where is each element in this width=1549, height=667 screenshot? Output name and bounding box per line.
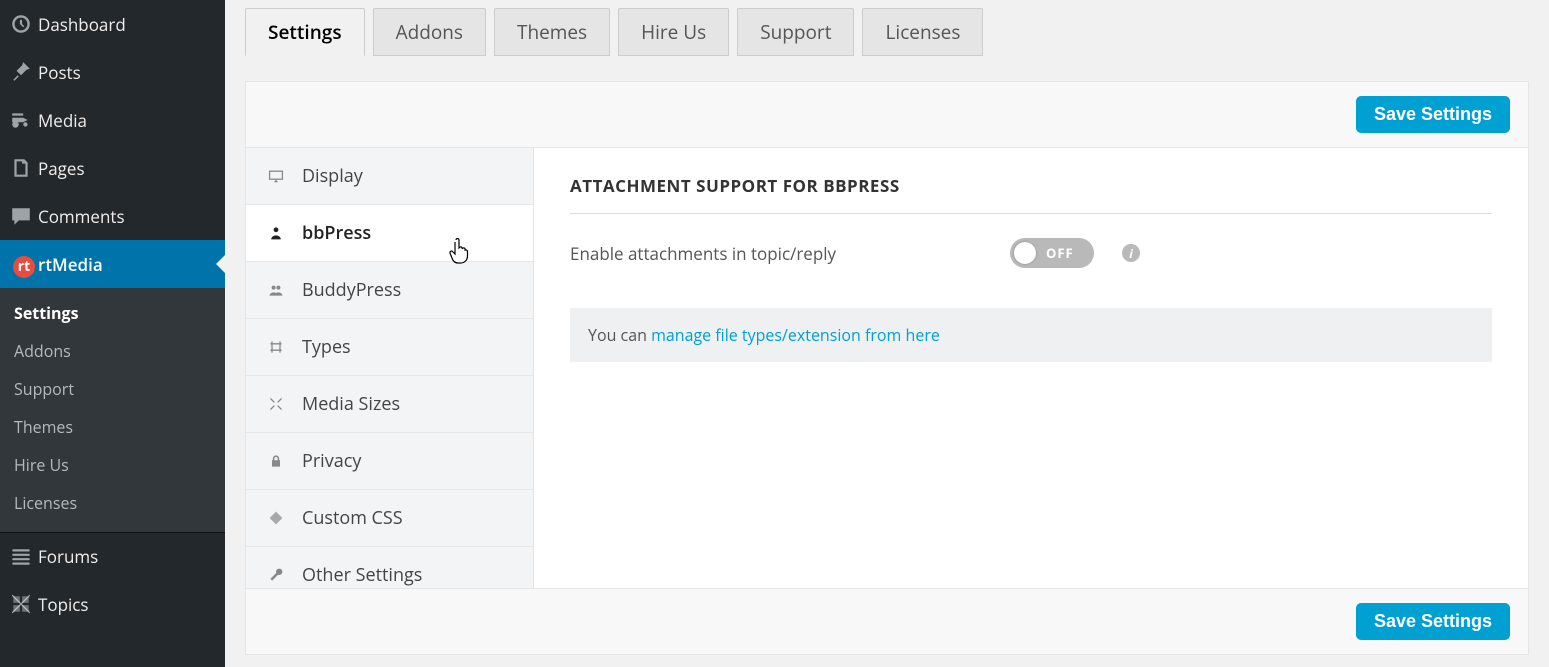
types-icon	[268, 339, 286, 355]
display-icon	[268, 168, 286, 184]
sidebar-item-pages[interactable]: Pages	[0, 144, 225, 192]
toggle-enable-attachments[interactable]: OFF	[1010, 238, 1094, 268]
sidebar-item-label: Posts	[38, 61, 81, 84]
hint-box: You can manage file types/extension from…	[570, 308, 1492, 362]
option-label: Enable attachments in topic/reply	[570, 242, 990, 265]
subitem-hireus[interactable]: Hire Us	[0, 446, 225, 484]
option-row-enable-attachments: Enable attachments in topic/reply OFF i	[570, 238, 1492, 268]
vnav-media-sizes[interactable]: Media Sizes	[246, 376, 533, 433]
tab-bar: Settings Addons Themes Hire Us Support L…	[245, 0, 1529, 56]
wrench-icon	[268, 567, 286, 583]
vnav-custom-css[interactable]: Custom CSS	[246, 490, 533, 547]
tab-addons[interactable]: Addons	[373, 8, 486, 56]
subitem-themes[interactable]: Themes	[0, 408, 225, 446]
toggle-knob	[1014, 242, 1036, 264]
sidebar-item-label: Pages	[38, 157, 85, 180]
vnav-label: Media Sizes	[302, 392, 400, 416]
save-bar-top: Save Settings	[246, 82, 1528, 148]
admin-sidebar: Dashboard Posts Media Pages Comments rt …	[0, 0, 225, 667]
person-icon	[268, 225, 286, 241]
lock-icon	[268, 453, 286, 469]
sidebar-item-label: Comments	[38, 205, 125, 228]
rtmedia-icon: rt	[10, 250, 38, 278]
vnav-types[interactable]: Types	[246, 319, 533, 376]
manage-file-types-link[interactable]: manage file types/extension from here	[651, 324, 940, 346]
rtmedia-submenu: Settings Addons Support Themes Hire Us L…	[0, 288, 225, 532]
vnav-label: bbPress	[302, 221, 371, 245]
sidebar-item-label: Forums	[38, 545, 98, 568]
pages-icon	[10, 157, 38, 179]
sidebar-item-label: Media	[38, 109, 87, 132]
pin-icon	[10, 61, 38, 83]
sidebar-item-media[interactable]: Media	[0, 96, 225, 144]
tab-support[interactable]: Support	[737, 8, 854, 56]
sidebar-item-label: Topics	[38, 593, 89, 616]
media-icon	[10, 109, 38, 131]
sidebar-item-rtmedia[interactable]: rt rtMedia	[0, 240, 225, 288]
subitem-addons[interactable]: Addons	[0, 332, 225, 370]
save-bar-bottom: Save Settings	[246, 588, 1528, 654]
save-button-bottom[interactable]: Save Settings	[1356, 603, 1510, 640]
forums-icon	[10, 546, 38, 568]
tab-themes[interactable]: Themes	[494, 8, 610, 56]
info-icon[interactable]: i	[1122, 244, 1140, 262]
hint-prefix: You can	[588, 324, 651, 346]
content-pane: ATTACHMENT SUPPORT FOR BBPRESS Enable at…	[534, 148, 1528, 654]
section-heading: ATTACHMENT SUPPORT FOR BBPRESS	[570, 174, 1492, 214]
toggle-state-label: OFF	[1046, 244, 1074, 262]
vnav-privacy[interactable]: Privacy	[246, 433, 533, 490]
subitem-support[interactable]: Support	[0, 370, 225, 408]
subitem-licenses[interactable]: Licenses	[0, 484, 225, 522]
main-content: Settings Addons Themes Hire Us Support L…	[225, 0, 1549, 667]
settings-vertical-nav: Display bbPress BuddyPress Types Media S…	[246, 148, 534, 654]
save-button-top[interactable]: Save Settings	[1356, 96, 1510, 133]
sidebar-item-posts[interactable]: Posts	[0, 48, 225, 96]
subitem-settings[interactable]: Settings	[0, 294, 225, 332]
vnav-label: Custom CSS	[302, 506, 403, 530]
tab-licenses[interactable]: Licenses	[862, 8, 983, 56]
vnav-label: Types	[302, 335, 351, 359]
settings-panel: Save Settings Display bbPress BuddyPress…	[245, 81, 1529, 655]
tab-settings[interactable]: Settings	[245, 8, 365, 56]
vnav-label: Privacy	[302, 449, 361, 473]
topics-icon	[10, 593, 38, 615]
vnav-label: BuddyPress	[302, 278, 401, 302]
tab-hireus[interactable]: Hire Us	[618, 8, 729, 56]
sidebar-item-comments[interactable]: Comments	[0, 192, 225, 240]
vnav-buddypress[interactable]: BuddyPress	[246, 262, 533, 319]
group-icon	[268, 282, 286, 298]
vnav-label: Display	[302, 164, 363, 188]
sidebar-item-topics[interactable]: Topics	[0, 580, 225, 628]
comment-icon	[10, 205, 38, 227]
vnav-bbpress[interactable]: bbPress	[246, 205, 533, 262]
vnav-label: Other Settings	[302, 563, 422, 587]
expand-icon	[268, 396, 286, 412]
diamond-icon	[268, 510, 286, 526]
sidebar-item-label: rtMedia	[38, 253, 103, 276]
sidebar-item-label: Dashboard	[38, 13, 126, 36]
sidebar-item-forums[interactable]: Forums	[0, 532, 225, 580]
settings-body: Display bbPress BuddyPress Types Media S…	[246, 148, 1528, 654]
vnav-display[interactable]: Display	[246, 148, 533, 205]
sidebar-item-dashboard[interactable]: Dashboard	[0, 0, 225, 48]
dashboard-icon	[10, 13, 38, 35]
